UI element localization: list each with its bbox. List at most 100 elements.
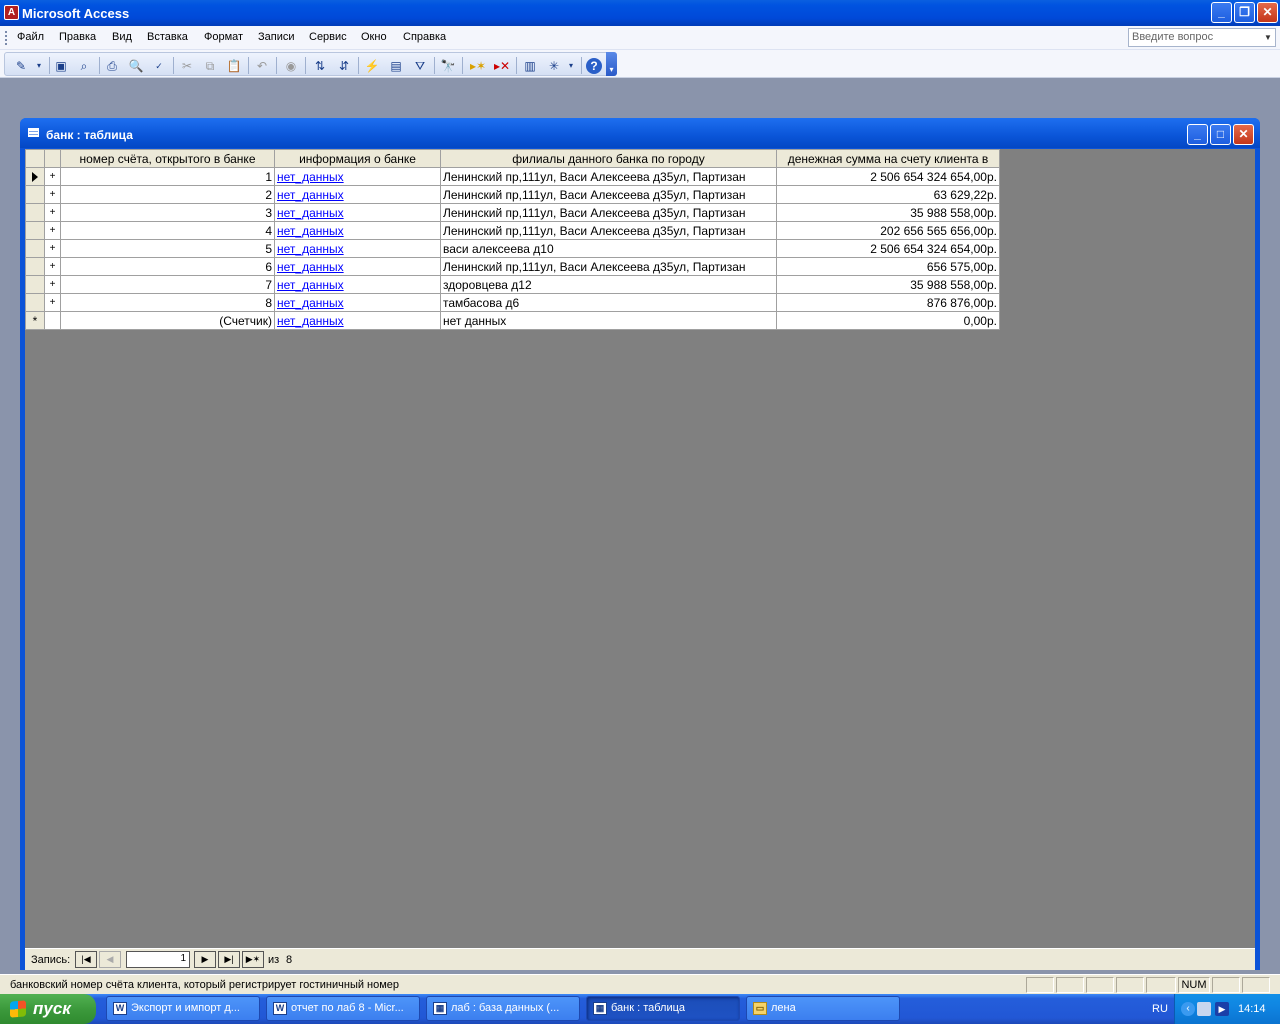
branches-cell[interactable]: Ленинский пр,111ул, Васи Алексеева д35ул… (440, 185, 777, 204)
find-icon[interactable]: 🔭 (440, 58, 456, 74)
menu-format[interactable]: Формат (204, 31, 243, 43)
column-header-bank-info[interactable]: информация о банке (274, 149, 441, 168)
branches-cell[interactable]: Ленинский пр,111ул, Васи Алексеева д35ул… (440, 221, 777, 240)
column-header-branches[interactable]: филиалы данного банка по городу (440, 149, 777, 168)
account-number-cell[interactable]: 8 (60, 293, 275, 312)
account-number-cell[interactable]: 7 (60, 275, 275, 294)
table-row[interactable]: + 8 нет_данных тамбасова д6 876 876,00р. (25, 293, 1000, 312)
account-number-cell[interactable]: 1 (60, 167, 275, 186)
menu-edit[interactable]: Правка (59, 31, 96, 43)
expand-subdatasheet-button[interactable]: + (44, 293, 61, 312)
bank-info-link[interactable]: нет_данных (274, 221, 441, 240)
branches-cell[interactable]: васи алексеева д10 (440, 239, 777, 258)
menu-help[interactable]: Справка (403, 31, 446, 43)
delete-record-icon[interactable]: ▸✕ (494, 58, 510, 74)
save-icon[interactable]: ▣ (53, 58, 69, 74)
hyperlink-icon[interactable]: ◉ (283, 58, 299, 74)
sort-descending-icon[interactable]: ⇵ (336, 58, 352, 74)
taskbar-item[interactable]: ▭ лена (746, 996, 900, 1021)
account-number-cell[interactable]: 5 (60, 239, 275, 258)
expand-subdatasheet-button[interactable]: + (44, 275, 61, 294)
cut-icon[interactable]: ✂ (179, 58, 195, 74)
record-selector[interactable] (25, 257, 45, 276)
menu-tools[interactable]: Сервис (309, 31, 347, 43)
previous-record-button[interactable]: ◀ (99, 951, 121, 968)
print-icon[interactable]: ⎙ (104, 58, 120, 74)
copy-icon[interactable]: ⧉ (202, 58, 218, 74)
table-row[interactable]: + 4 нет_данных Ленинский пр,111ул, Васи … (25, 221, 1000, 240)
bank-info-link[interactable]: нет_данных (274, 275, 441, 294)
table-row[interactable]: + 6 нет_данных Ленинский пр,111ул, Васи … (25, 257, 1000, 276)
first-record-button[interactable]: |◀ (75, 951, 97, 968)
record-selector[interactable] (25, 239, 45, 258)
access-app-icon[interactable]: A (4, 5, 19, 20)
bank-info-link[interactable]: нет_данных (274, 311, 441, 330)
table-row[interactable]: + 5 нет_данных васи алексеева д10 2 506 … (25, 239, 1000, 258)
chevron-left-icon[interactable]: ‹ (1181, 1002, 1195, 1016)
spelling-icon[interactable]: ✓ (151, 58, 167, 74)
new-record-row[interactable]: * (Счетчик) нет_данных нет данных 0,00р. (25, 311, 1000, 330)
bank-info-link[interactable]: нет_данных (274, 293, 441, 312)
menu-window[interactable]: Окно (361, 31, 387, 43)
bank-info-link[interactable]: нет_данных (274, 185, 441, 204)
record-selector[interactable] (25, 275, 45, 294)
taskbar-item-active[interactable]: ▦ банк : таблица (586, 996, 740, 1021)
amount-cell[interactable]: 2 506 654 324 654,00р. (776, 239, 1000, 258)
menu-file[interactable]: Файл (17, 31, 44, 43)
expand-subdatasheet-button[interactable]: + (44, 221, 61, 240)
database-window-icon[interactable]: ▥ (522, 58, 538, 74)
column-header-amount[interactable]: денежная сумма на счету клиента в (776, 149, 1000, 168)
view-icon[interactable]: ✎ (13, 58, 29, 74)
expand-subdatasheet-button[interactable]: + (44, 185, 61, 204)
amount-cell[interactable]: 2 506 654 324 654,00р. (776, 167, 1000, 186)
menu-insert[interactable]: Вставка (147, 31, 188, 43)
table-row[interactable]: + 3 нет_данных Ленинский пр,111ул, Васи … (25, 203, 1000, 222)
chevron-down-icon[interactable]: ▾ (563, 58, 579, 74)
record-selector-current[interactable] (25, 167, 45, 186)
account-number-cell[interactable]: 2 (60, 185, 275, 204)
account-number-cell[interactable]: (Счетчик) (60, 311, 275, 330)
toolbar-options-chevron[interactable]: ▾ (606, 52, 617, 76)
amount-cell[interactable]: 35 988 558,00р. (776, 203, 1000, 222)
new-object-icon[interactable]: ✳ (546, 58, 562, 74)
bank-info-link[interactable]: нет_данных (274, 239, 441, 258)
paste-icon[interactable]: 📋 (226, 58, 242, 74)
amount-cell[interactable]: 63 629,22р. (776, 185, 1000, 204)
print-preview-icon[interactable]: 🔍 (128, 58, 144, 74)
media-player-icon[interactable]: ▶ (1215, 1002, 1229, 1016)
record-selector[interactable] (25, 203, 45, 222)
app-close-button[interactable]: ✕ (1257, 2, 1278, 23)
help-question-input[interactable]: Введите вопрос ▼ (1128, 28, 1276, 47)
filter-by-form-icon[interactable]: ▤ (388, 58, 404, 74)
filter-by-selection-icon[interactable]: ⚡ (364, 58, 380, 74)
branches-cell[interactable]: тамбасова д6 (440, 293, 777, 312)
expand-subdatasheet-button[interactable]: + (44, 239, 61, 258)
taskbar-item[interactable]: W отчет по лаб 8 - Micr... (266, 996, 420, 1021)
chevron-down-icon[interactable]: ▼ (1262, 30, 1274, 45)
new-record-button[interactable]: ▶✶ (242, 951, 264, 968)
table-close-button[interactable]: ✕ (1233, 124, 1254, 145)
record-selector[interactable] (25, 293, 45, 312)
amount-cell[interactable]: 35 988 558,00р. (776, 275, 1000, 294)
new-record-icon[interactable]: * (25, 311, 45, 330)
expand-subdatasheet-button[interactable]: + (44, 203, 61, 222)
app-minimize-button[interactable]: _ (1211, 2, 1232, 23)
chevron-down-icon[interactable]: ▾ (31, 58, 47, 74)
search-files-icon[interactable]: ⌕ (76, 58, 92, 74)
select-all-corner[interactable] (25, 149, 45, 168)
undo-icon[interactable]: ↶ (254, 58, 270, 74)
app-restore-button[interactable]: ❐ (1234, 2, 1255, 23)
amount-cell[interactable]: 202 656 565 656,00р. (776, 221, 1000, 240)
bank-info-link[interactable]: нет_данных (274, 203, 441, 222)
branches-cell[interactable]: Ленинский пр,111ул, Васи Алексеева д35ул… (440, 167, 777, 186)
record-selector[interactable] (25, 221, 45, 240)
column-header-account-number[interactable]: номер счёта, открытого в банке (60, 149, 275, 168)
account-number-cell[interactable]: 6 (60, 257, 275, 276)
account-number-cell[interactable]: 3 (60, 203, 275, 222)
new-record-icon[interactable]: ▸✶ (470, 58, 486, 74)
menu-grip[interactable] (5, 31, 7, 45)
language-indicator[interactable]: RU (1152, 1003, 1168, 1015)
apply-filter-icon[interactable]: ⛛ (412, 58, 428, 74)
sort-ascending-icon[interactable]: ⇅ (312, 58, 328, 74)
menu-records[interactable]: Записи (258, 31, 295, 43)
